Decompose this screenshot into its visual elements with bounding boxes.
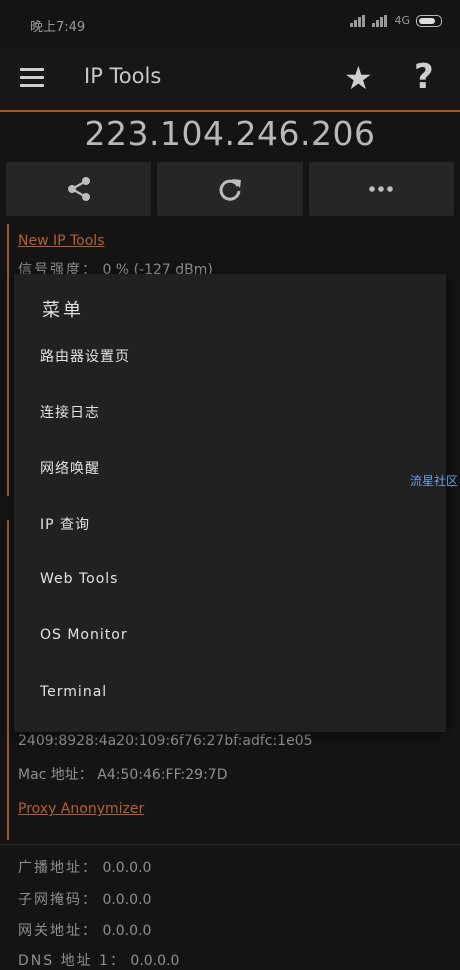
status-time: 晚上7:49 <box>30 20 86 35</box>
ip-address: 223.104.246.206 <box>84 114 376 153</box>
app-title: IP Tools <box>84 64 162 88</box>
menu-item-web-tools[interactable]: Web Tools <box>40 571 118 587</box>
app-bar: IP Tools ★ ? <box>0 48 460 110</box>
gateway-value: 0.0.0.0 <box>102 923 152 939</box>
more-icon <box>369 186 394 192</box>
menu-item-ip-lookup[interactable]: IP 查询 <box>40 514 90 534</box>
star-icon[interactable]: ★ <box>344 62 373 94</box>
new-ip-tools-link[interactable]: New IP Tools <box>18 233 105 249</box>
menu-item-os-monitor[interactable]: OS Monitor <box>40 627 128 643</box>
more-button[interactable] <box>308 162 454 216</box>
status-icons: 4G <box>350 14 442 27</box>
subnet-label: 子网掩码： <box>18 892 98 908</box>
ipv6-address: 2409:8928:4a20:109:6f76:27bf:adfc:1e05 <box>18 733 313 749</box>
menu-item-wake-on-lan[interactable]: 网络唤醒 <box>40 458 100 478</box>
dns-label: DNS 地址 1： <box>18 953 126 969</box>
mac-address-row: Mac 地址： A4:50:46:FF:29:7D <box>18 764 227 784</box>
refresh-icon <box>219 179 241 201</box>
dns-value: 0.0.0.0 <box>130 953 180 969</box>
broadcast-label: 广播地址： <box>18 860 98 876</box>
mac-address-label: Mac 地址： <box>18 767 93 783</box>
network-type: 4G <box>394 14 410 27</box>
subnet-row: 子网掩码： 0.0.0.0 <box>18 889 151 909</box>
menu-item-terminal[interactable]: Terminal <box>40 684 107 700</box>
mac-address-value: A4:50:46:FF:29:7D <box>97 767 228 783</box>
battery-icon <box>416 14 442 27</box>
help-icon[interactable]: ? <box>414 60 434 94</box>
signal-hd-icon <box>350 14 366 27</box>
share-button[interactable] <box>6 162 152 216</box>
menu-item-connection-log[interactable]: 连接日志 <box>40 402 100 422</box>
broadcast-value: 0.0.0.0 <box>102 860 152 876</box>
broadcast-row: 广播地址： 0.0.0.0 <box>18 857 151 877</box>
dns-row: DNS 地址 1： 0.0.0.0 <box>18 950 179 970</box>
gateway-row: 网关地址： 0.0.0.0 <box>18 920 151 940</box>
menu-item-router-settings[interactable]: 路由器设置页 <box>40 346 130 366</box>
section-accent-bar <box>7 520 9 840</box>
proxy-anonymizer-link[interactable]: Proxy Anonymizer <box>18 801 144 817</box>
menu-dialog: 菜单 路由器设置页 连接日志 网络唤醒 IP 查询 Web Tools OS M… <box>14 274 446 732</box>
action-bar <box>6 162 454 216</box>
hamburger-menu-icon[interactable] <box>20 68 44 88</box>
share-icon <box>67 177 90 201</box>
section-accent-bar <box>7 224 9 496</box>
gateway-label: 网关地址： <box>18 923 98 939</box>
watermark-text: 流星社区 <box>410 474 459 488</box>
appbar-accent-line <box>0 110 460 112</box>
status-bar: 晚上7:49 4G <box>0 0 460 48</box>
section-divider <box>0 844 460 845</box>
signal-icon <box>372 14 388 27</box>
menu-title: 菜单 <box>42 300 84 321</box>
refresh-button[interactable] <box>157 162 303 216</box>
subnet-value: 0.0.0.0 <box>102 892 152 908</box>
